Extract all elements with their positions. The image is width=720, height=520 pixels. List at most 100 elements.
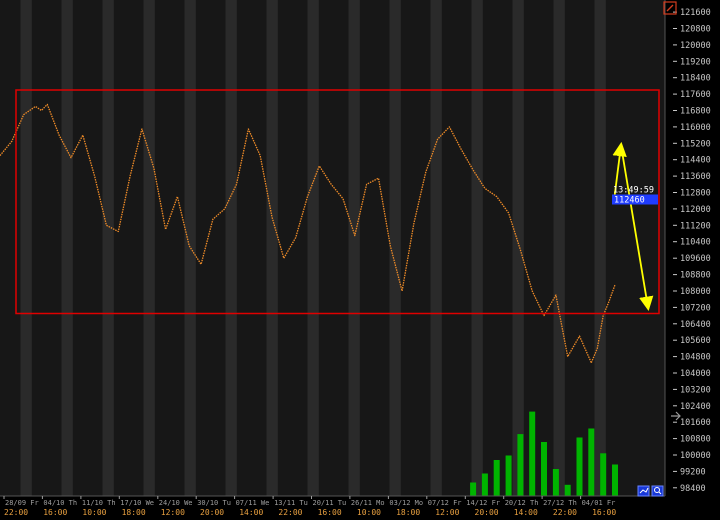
time-label: 18:00 <box>122 508 146 517</box>
price-tick-label: 116800 <box>680 107 711 117</box>
price-tick-label: 103200 <box>680 385 711 395</box>
session-stripe <box>594 0 606 496</box>
volume-bar <box>493 460 500 496</box>
date-label: 20/11 Tu <box>313 499 347 507</box>
volume-bar <box>470 482 477 496</box>
volume-bar <box>588 428 595 496</box>
price-tick-label: 112000 <box>680 205 711 215</box>
time-label: 10:00 <box>357 508 381 517</box>
price-tick-label: 119200 <box>680 57 711 67</box>
volume-bar <box>541 442 547 496</box>
price-tick-label: 120800 <box>680 25 711 35</box>
time-label: 14:00 <box>239 508 263 517</box>
date-label: 07/12 Fr <box>428 499 462 507</box>
session-stripe <box>348 0 360 496</box>
time-label: 16:00 <box>43 508 67 517</box>
price-tick-label: 109600 <box>680 254 711 264</box>
price-tick-label: 98400 <box>680 484 706 494</box>
time-axis: 28/09 Fr 04/10 Th 11/10 Th 17/10 We 24/10 We… <box>0 495 665 520</box>
price-tick-label: 114400 <box>680 156 711 166</box>
price-tick-label: 108000 <box>680 287 711 297</box>
time-label: 12:00 <box>161 508 185 517</box>
price-axis: 121600 120800 120000 119200 118400 117600 1168… <box>664 0 720 520</box>
time-label: 12:00 <box>435 508 459 517</box>
session-stripe <box>184 0 196 496</box>
chart-icon[interactable] <box>637 485 650 497</box>
price-tick-label: 105600 <box>680 336 711 346</box>
volume-bar <box>552 469 559 496</box>
date-label: 14/12 Fr <box>466 499 500 507</box>
date-label: 20/12 Th <box>505 499 539 507</box>
date-label: 26/11 Mo <box>351 499 385 507</box>
session-stripe <box>225 0 237 496</box>
date-label: 13/11 Tu <box>274 499 308 507</box>
price-tick-label: 115200 <box>680 139 711 149</box>
price-tick-label: 107200 <box>680 303 711 313</box>
current-price-label: 112460 <box>614 196 645 206</box>
time-label: 22:00 <box>553 508 577 517</box>
price-tick-label: 104000 <box>680 369 711 379</box>
price-tick-label: 101600 <box>680 418 711 428</box>
date-label: 17/10 We <box>120 499 154 507</box>
price-tick-label: 118400 <box>680 74 711 84</box>
price-tick-label: 99200 <box>680 467 706 477</box>
volume-bar <box>612 464 618 496</box>
date-label: 04/01 Fr <box>582 499 616 507</box>
time-label: 20:00 <box>475 508 499 517</box>
price-tick-label: 100000 <box>680 451 711 461</box>
price-tick-label: 113600 <box>680 172 711 182</box>
date-label: 03/12 Mo <box>389 499 423 507</box>
date-label: 07/11 We <box>236 499 270 507</box>
date-label: 24/10 We <box>159 499 193 507</box>
chart-icon-frame <box>637 485 650 497</box>
session-stripe <box>102 0 114 496</box>
price-tick-label: 100800 <box>680 435 711 445</box>
current-price-marker: 13:49:59112460 <box>612 186 658 206</box>
zoom-icon[interactable] <box>651 485 664 497</box>
session-stripe <box>512 0 524 496</box>
time-label: 22:00 <box>4 508 28 517</box>
session-stripe <box>307 0 319 496</box>
date-label: 04/10 Th <box>43 499 77 507</box>
session-stripe <box>20 0 32 496</box>
session-stripe <box>266 0 278 496</box>
time-label: 20:00 <box>200 508 224 517</box>
price-tick-label: 106400 <box>680 320 711 330</box>
volume-bar <box>576 437 583 496</box>
volume-bar <box>600 453 607 497</box>
volume-bar <box>529 411 536 496</box>
session-stripe <box>471 0 483 496</box>
current-time-label: 13:49:59 <box>613 186 654 196</box>
session-stripe <box>553 0 565 496</box>
price-tick-label: 116000 <box>680 123 711 133</box>
price-tick-label: 110400 <box>680 238 711 248</box>
session-stripe <box>430 0 442 496</box>
session-stripes <box>0 0 720 496</box>
volume-bar <box>481 473 488 496</box>
time-label: 10:00 <box>82 508 106 517</box>
price-tick-label: 108800 <box>680 271 711 281</box>
volume-bar <box>505 455 512 496</box>
time-label: 22:00 <box>278 508 302 517</box>
date-label: 30/10 Tu <box>197 499 231 507</box>
session-stripe <box>61 0 73 496</box>
time-label: 14:00 <box>514 508 538 517</box>
volume-bar <box>564 484 571 497</box>
price-tick-label: 104800 <box>680 353 711 363</box>
session-stripe <box>143 0 155 496</box>
date-label: 27/12 Th <box>543 499 577 507</box>
trading-chart-window: 121600 120800 120000 119200 118400 117600 1168… <box>0 0 720 520</box>
time-label: 18:00 <box>396 508 420 517</box>
time-label: 16:00 <box>592 508 616 517</box>
price-tick-label: 121600 <box>680 8 711 18</box>
price-chart[interactable]: 121600 120800 120000 119200 118400 117600 1168… <box>0 0 720 520</box>
price-tick-label: 111200 <box>680 221 711 231</box>
price-tick-label: 102400 <box>680 402 711 412</box>
price-tick-label: 120000 <box>680 41 711 51</box>
date-label: 28/09 Fr <box>5 499 39 507</box>
time-label: 16:00 <box>318 508 342 517</box>
date-label: 11/10 Th <box>82 499 116 507</box>
volume-bar <box>517 434 524 496</box>
price-tick-label: 117600 <box>680 90 711 100</box>
price-tick-label: 112800 <box>680 189 711 199</box>
